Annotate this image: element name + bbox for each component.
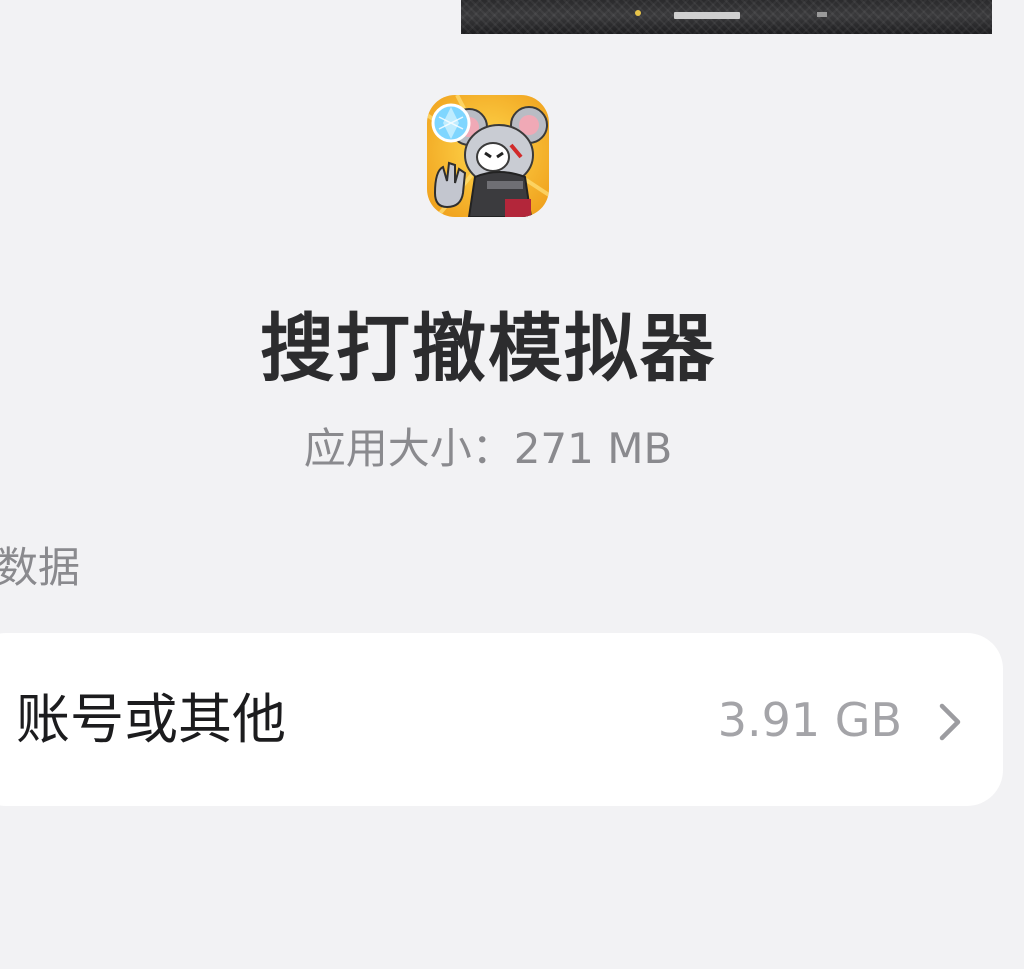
game-screenshot-preview xyxy=(461,0,992,34)
section-title-data: 数据 xyxy=(0,543,81,592)
app-size-text: 应用大小：271 MB xyxy=(303,424,673,473)
app-name: 搜打撤模拟器 xyxy=(260,306,716,392)
account-data-size: 3.91 GB xyxy=(717,693,902,747)
app-storage-page: 搜打撤模拟器 应用大小：271 MB 数据 账号或其他 3.91 GB xyxy=(0,0,1024,969)
account-data-label: 账号或其他 xyxy=(16,688,286,751)
chevron-right-icon[interactable] xyxy=(936,702,964,742)
app-icon xyxy=(427,95,549,217)
